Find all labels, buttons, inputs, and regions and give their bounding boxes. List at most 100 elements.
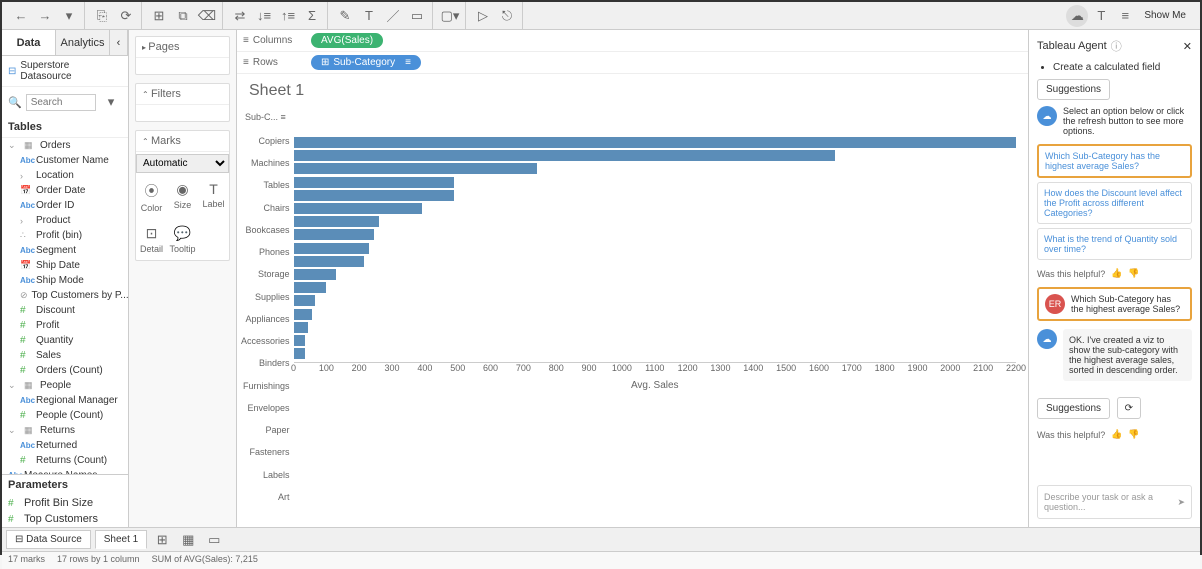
bar[interactable] — [294, 203, 422, 214]
tree-field[interactable]: #Returns (Count) — [2, 453, 128, 468]
bar[interactable] — [294, 243, 370, 254]
duplicate-icon[interactable]: ⧉ — [172, 5, 194, 27]
bar[interactable] — [294, 150, 836, 161]
bar[interactable] — [294, 295, 315, 306]
bar[interactable] — [294, 137, 1016, 148]
tab-analytics[interactable]: Analytics — [56, 30, 110, 55]
mark-type-select[interactable]: Automatic — [136, 154, 229, 173]
sheet-title[interactable]: Sheet 1 — [237, 74, 1028, 108]
tree-field[interactable]: #Profit — [2, 318, 128, 333]
mark-tooltip-button[interactable]: 💬Tooltip — [167, 219, 198, 260]
sort-asc-icon[interactable]: ↓≡ — [253, 5, 275, 27]
suggestions-button-2[interactable]: Suggestions — [1037, 398, 1110, 419]
thumbs-down-icon[interactable]: 👎 — [1128, 268, 1139, 279]
tree-field[interactable]: #Top Customers — [2, 511, 128, 527]
show-me-button[interactable]: Show Me — [1138, 10, 1192, 21]
columns-pill[interactable]: AVG(Sales) — [311, 33, 383, 48]
suggestions-button[interactable]: Suggestions — [1037, 79, 1110, 100]
format-icon[interactable]: T — [1090, 5, 1112, 27]
sort-desc-icon[interactable]: ↑≡ — [277, 5, 299, 27]
bar[interactable] — [294, 216, 379, 227]
tree-field[interactable]: AbcCustomer Name — [2, 153, 128, 168]
tree-field[interactable]: #Discount — [2, 303, 128, 318]
tree-field[interactable]: ∴Profit (bin) — [2, 228, 128, 243]
tree-field[interactable]: #Profit Bin Size — [2, 495, 128, 511]
mark-label-button[interactable]: TLabel — [198, 175, 229, 219]
bar[interactable] — [294, 163, 537, 174]
tab-data-source[interactable]: ⊟ Data Source — [6, 530, 91, 549]
info-icon[interactable]: ⓘ — [1111, 38, 1122, 54]
tree-folder[interactable]: ⌄▦Orders — [2, 138, 128, 153]
new-dashboard-icon[interactable]: ▦ — [177, 529, 199, 551]
search-dropdown-icon[interactable]: ▾ — [100, 91, 122, 113]
share-icon[interactable]: ⎋ — [496, 5, 518, 27]
forward-icon[interactable]: → — [34, 5, 56, 27]
clear-icon[interactable]: ⌫ — [196, 5, 218, 27]
new-datasource-icon[interactable]: ⎘ — [91, 5, 113, 27]
border-icon[interactable]: ▭ — [406, 5, 428, 27]
tree-field[interactable]: #Orders (Count) — [2, 363, 128, 378]
thumbs-up-icon[interactable]: 👍 — [1111, 268, 1122, 279]
tab-collapse-icon[interactable]: ‹ — [110, 30, 128, 55]
bar[interactable] — [294, 190, 455, 201]
bar[interactable] — [294, 256, 365, 267]
tree-field[interactable]: AbcOrder ID — [2, 198, 128, 213]
tree-folder[interactable]: ⌄▦People — [2, 378, 128, 393]
tree-field[interactable]: #Sales — [2, 348, 128, 363]
tree-field[interactable]: ›Location — [2, 168, 128, 183]
datasource-row[interactable]: ⊟ Superstore Datasource — [2, 56, 128, 87]
thumbs-down-icon[interactable]: 👎 — [1128, 429, 1139, 440]
new-sheet-icon[interactable]: ⊞ — [148, 5, 170, 27]
pages-shelf[interactable]: Pages — [135, 36, 230, 75]
tree-field[interactable]: AbcReturned — [2, 438, 128, 453]
bar[interactable] — [294, 282, 327, 293]
tree-field[interactable]: ›Product — [2, 213, 128, 228]
close-icon[interactable]: ✕ — [1183, 40, 1192, 53]
highlight-icon[interactable]: ✎ — [334, 5, 356, 27]
tree-field[interactable]: AbcShip Mode — [2, 273, 128, 288]
guide-icon[interactable]: ≡ — [1114, 5, 1136, 27]
bar[interactable] — [294, 335, 305, 346]
bar[interactable] — [294, 348, 305, 359]
present-icon[interactable]: ▷ — [472, 5, 494, 27]
back-icon[interactable]: ← — [10, 5, 32, 27]
tree-folder[interactable]: ⌄▦Returns — [2, 423, 128, 438]
search-input[interactable] — [26, 94, 96, 111]
thumbs-up-icon[interactable]: 👍 — [1111, 429, 1122, 440]
tree-field[interactable]: #Quantity — [2, 333, 128, 348]
filters-shelf[interactable]: Filters — [135, 83, 230, 122]
fit-icon[interactable]: ▢▾ — [439, 5, 461, 27]
swap-icon[interactable]: ⇄ — [229, 5, 251, 27]
refresh-icon[interactable]: ⟳ — [115, 5, 137, 27]
bar[interactable] — [294, 229, 374, 240]
mark-color-button[interactable]: ⦿Color — [136, 175, 167, 219]
bar[interactable] — [294, 269, 337, 280]
tree-field[interactable]: AbcSegment — [2, 243, 128, 258]
tree-field[interactable]: 📅Order Date — [2, 183, 128, 198]
line-icon[interactable]: ／ — [382, 5, 404, 27]
bar[interactable] — [294, 309, 312, 320]
suggestion-card-3[interactable]: What is the trend of Quantity sold over … — [1037, 228, 1192, 260]
new-story-icon[interactable]: ▭ — [203, 529, 225, 551]
refresh-suggestions-icon[interactable]: ⟳ — [1117, 397, 1141, 419]
tree-field[interactable]: AbcRegional Manager — [2, 393, 128, 408]
rows-pill[interactable]: ⊞Sub-Category≡ — [311, 55, 421, 70]
send-icon[interactable]: ➤ — [1177, 497, 1185, 508]
mark-detail-button[interactable]: ⊡Detail — [136, 219, 167, 260]
bar[interactable] — [294, 322, 309, 333]
suggestion-card-2[interactable]: How does the Discount level affect the P… — [1037, 182, 1192, 224]
agent-input[interactable]: Describe your task or ask a question... … — [1037, 485, 1192, 519]
tree-field[interactable]: #People (Count) — [2, 408, 128, 423]
columns-shelf[interactable]: ≡Columns AVG(Sales) — [237, 30, 1028, 52]
bar[interactable] — [294, 177, 455, 188]
new-worksheet-icon[interactable]: ⊞ — [151, 529, 173, 551]
tree-field[interactable]: ⊘Top Customers by P... — [2, 288, 128, 303]
tab-data[interactable]: Data — [2, 30, 56, 55]
totals-icon[interactable]: Σ — [301, 5, 323, 27]
text-icon[interactable]: T — [358, 5, 380, 27]
suggestion-card-1[interactable]: Which Sub-Category has the highest avera… — [1037, 144, 1192, 178]
mark-size-button[interactable]: ◉Size — [167, 175, 198, 219]
rows-shelf[interactable]: ≡Rows ⊞Sub-Category≡ — [237, 52, 1028, 74]
tab-sheet-1[interactable]: Sheet 1 — [95, 530, 147, 549]
tree-field[interactable]: 📅Ship Date — [2, 258, 128, 273]
